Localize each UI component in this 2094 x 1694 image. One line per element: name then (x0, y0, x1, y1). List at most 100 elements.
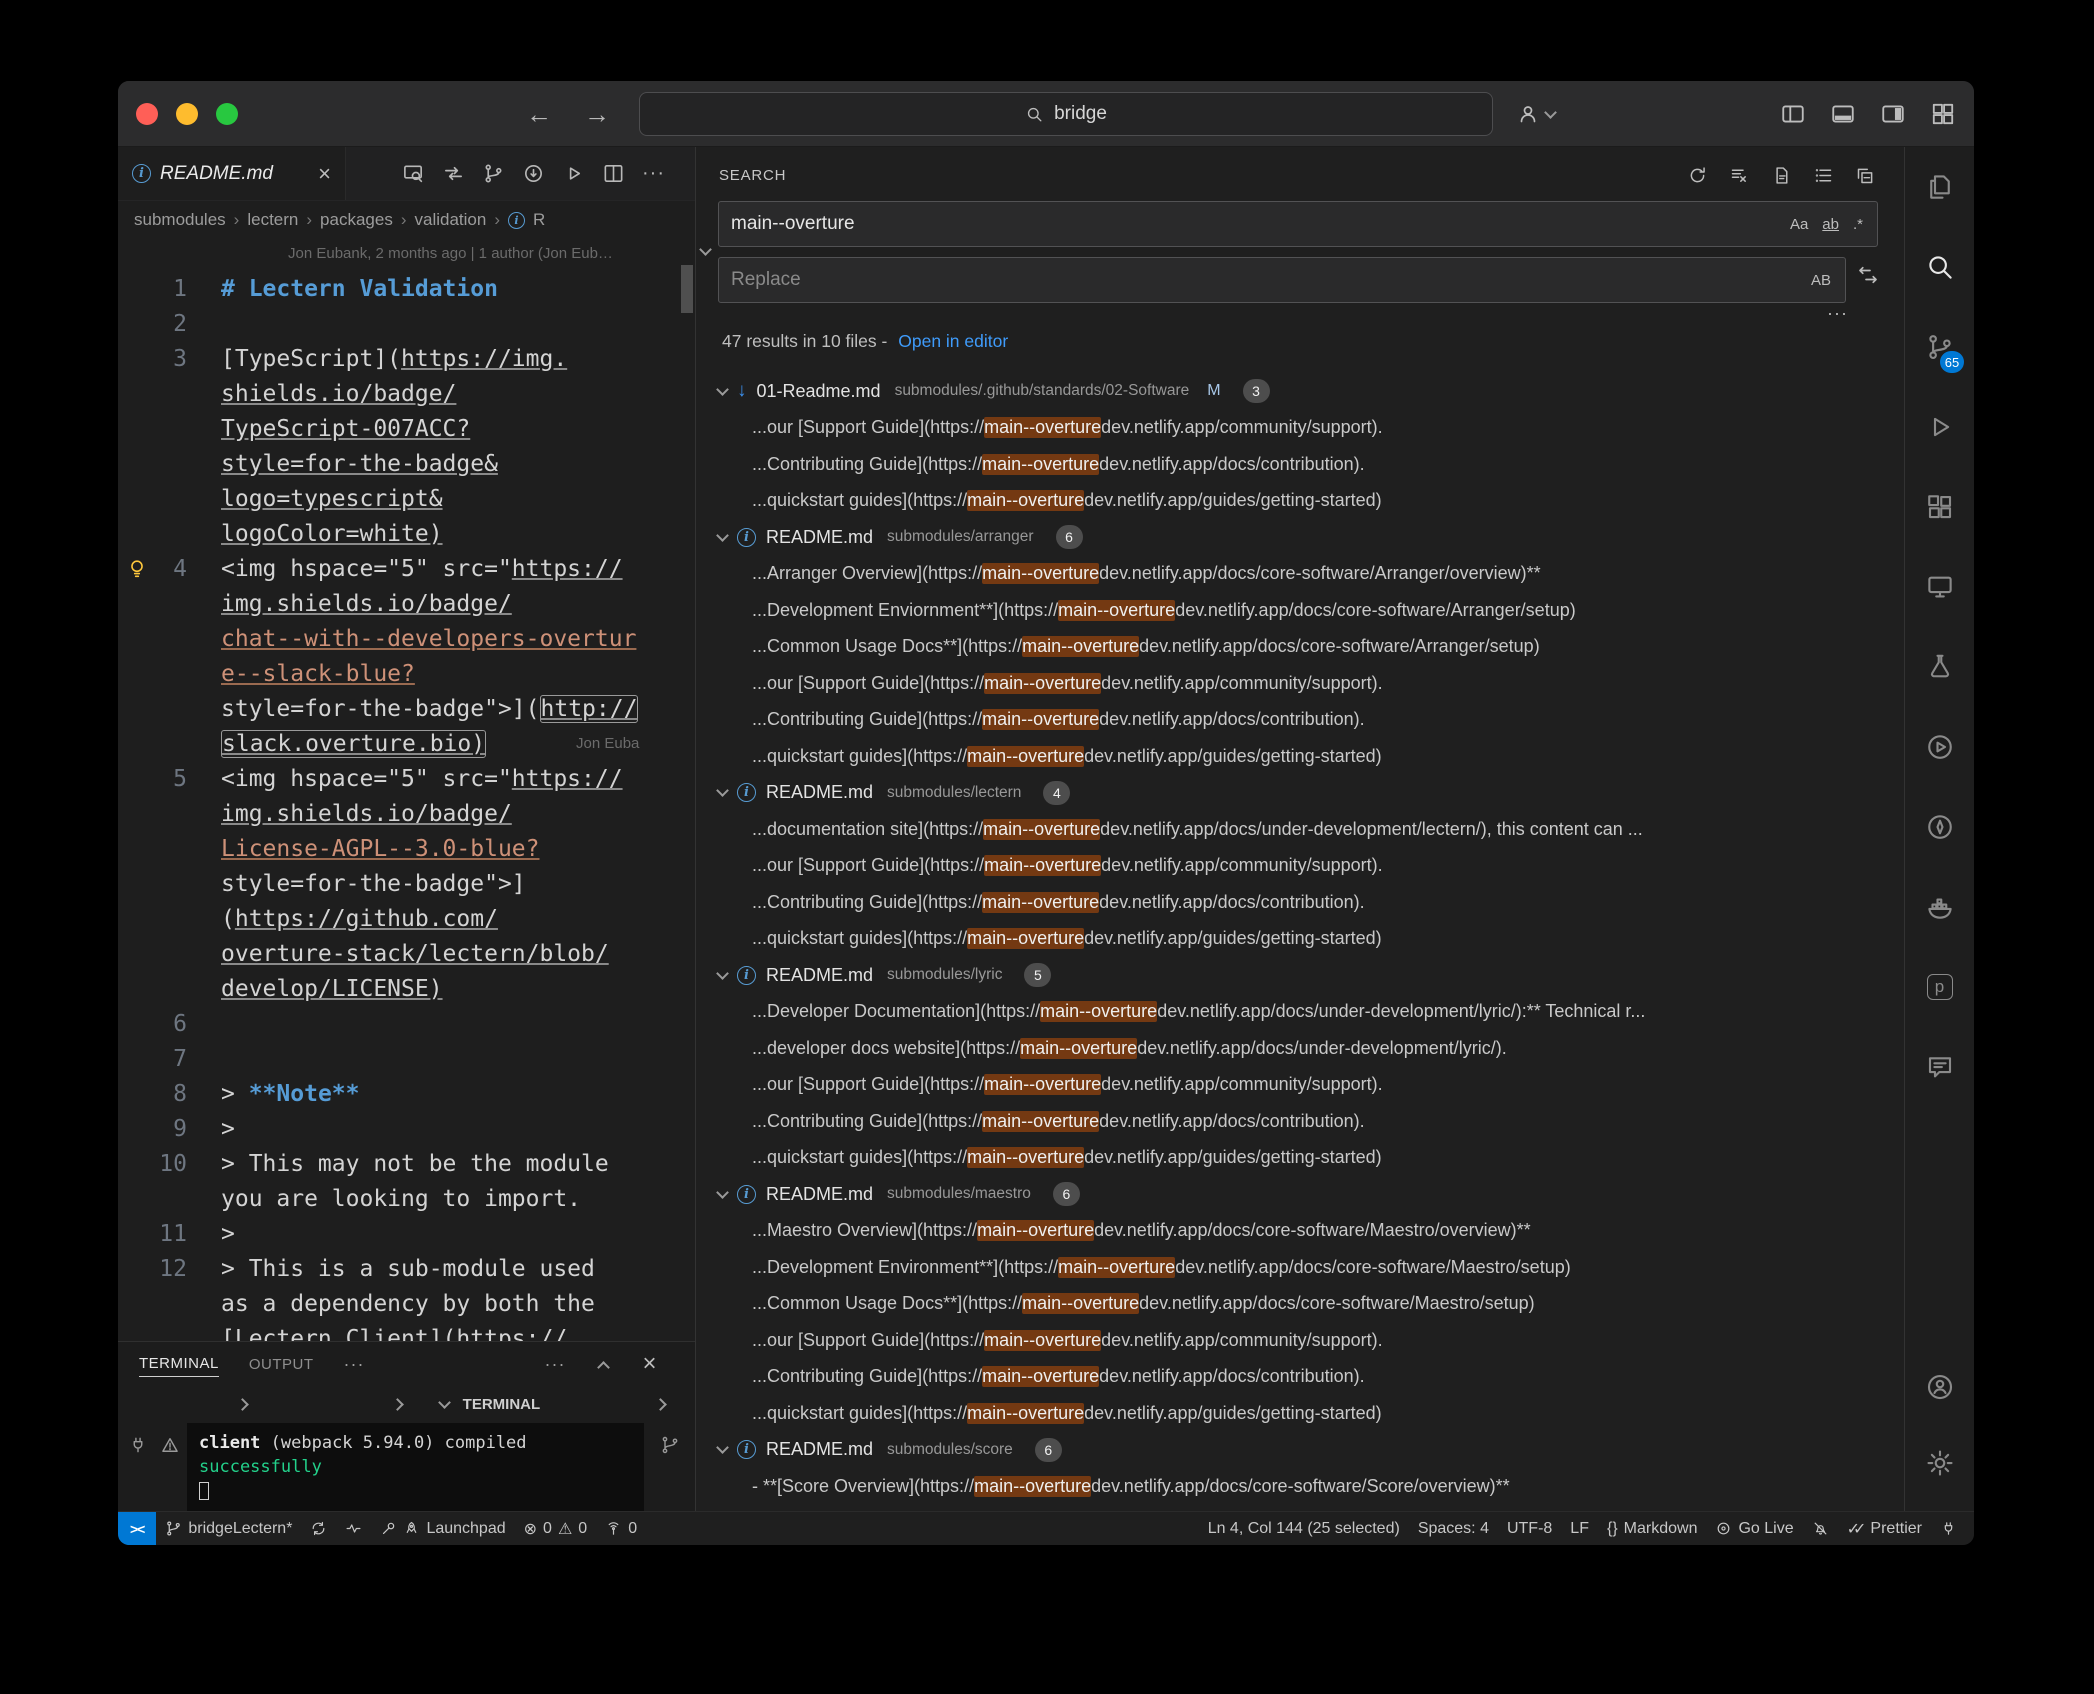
code-line[interactable]: TypeScript-007ACC? (118, 411, 695, 446)
search-match-row[interactable]: ...Contributing Guide](https://main--ove… (696, 1103, 1904, 1140)
branch-item[interactable]: bridgeLectern* (156, 1512, 301, 1545)
cursor-position-item[interactable]: Ln 4, Col 144 (25 selected) (1199, 1512, 1409, 1545)
chevron-down-icon[interactable] (716, 967, 729, 980)
close-window-button[interactable] (136, 103, 158, 125)
code-line[interactable]: 5<img hspace="5" src="https:// (118, 761, 695, 796)
search-match-row[interactable]: ...quickstart guides](https://main--over… (696, 1140, 1904, 1177)
search-file-row[interactable]: 01-Readme.mdsubmodules/.github/standards… (696, 373, 1904, 410)
editor-scrollbar[interactable] (681, 265, 693, 313)
minimize-window-button[interactable] (176, 103, 198, 125)
search-match-row[interactable]: ...Common Usage Docs**](https://main--ov… (696, 1286, 1904, 1323)
extensions-icon[interactable] (1905, 467, 1974, 547)
breadcrumb-item[interactable]: submodules (134, 210, 226, 230)
code-line[interactable]: 7 (118, 1041, 695, 1076)
code-line[interactable]: you are looking to import. (118, 1181, 695, 1216)
search-match-row[interactable]: ...Developer Documentation](https://main… (696, 994, 1904, 1031)
search-match-row[interactable]: ...quickstart guides](https://main--over… (696, 738, 1904, 775)
chevron-right-icon[interactable] (391, 1398, 404, 1411)
search-match-row[interactable]: ...Arranger Overview](https://main--over… (696, 556, 1904, 593)
code-line[interactable]: License-AGPL--3.0-blue? (118, 831, 695, 866)
launchpad-item[interactable]: Launchpad (371, 1512, 514, 1545)
search-match-row[interactable]: ...Contributing Guide](https://main--ove… (696, 446, 1904, 483)
code-line[interactable]: shields.io/badge/ (118, 376, 695, 411)
search-match-row[interactable]: ...Contributing Guide](https://main--ove… (696, 884, 1904, 921)
accounts-icon[interactable] (1905, 1349, 1974, 1425)
forward-button[interactable]: → (584, 99, 610, 130)
explorer-icon[interactable] (1905, 147, 1974, 227)
search-match-row[interactable]: ...Maestro Overview](https://main--overt… (696, 1213, 1904, 1250)
code-line[interactable]: 12> This is a sub-module used (118, 1251, 695, 1286)
indentation-item[interactable]: Spaces: 4 (1409, 1512, 1498, 1545)
more-actions-icon[interactable]: ··· (642, 162, 665, 185)
code-line[interactable]: 11> (118, 1216, 695, 1251)
code-line[interactable]: 10> This may not be the module (118, 1146, 695, 1181)
sync-item[interactable] (301, 1512, 336, 1545)
code-line[interactable]: 2 (118, 306, 695, 341)
toggle-panel-icon[interactable] (1830, 101, 1856, 127)
code-line[interactable]: 8> **Note** (118, 1076, 695, 1111)
search-match-row[interactable]: - **[Score Overview](https://main--overt… (696, 1468, 1904, 1505)
code-line[interactable]: style=for-the-badge">](http:// (118, 691, 695, 726)
refresh-icon[interactable] (1687, 165, 1708, 186)
preserve-case-icon[interactable]: AB (1805, 268, 1837, 293)
open-changes-icon[interactable] (442, 162, 465, 185)
panel-more-actions-icon[interactable]: ··· (545, 1354, 566, 1375)
code-line[interactable]: 4<img hspace="5" src="https:// (118, 551, 695, 586)
chevron-down-icon[interactable] (716, 529, 729, 542)
code-line[interactable]: as a dependency by both the (118, 1286, 695, 1321)
search-file-row[interactable]: README.mdsubmodules/lyric5 (696, 957, 1904, 994)
tab-terminal[interactable]: TERMINAL (139, 1351, 219, 1377)
search-match-row[interactable]: ...documentation site](https://main--ove… (696, 811, 1904, 848)
tab-output[interactable]: OUTPUT (249, 1352, 314, 1377)
breadcrumb-item[interactable]: R (533, 210, 545, 230)
back-button[interactable]: ← (526, 99, 552, 130)
source-control-icon[interactable]: 65 (1905, 307, 1974, 387)
breadcrumb-item[interactable]: packages (320, 210, 393, 230)
replace-all-icon[interactable] (1856, 263, 1880, 287)
prettier-item[interactable]: ✓✓ Prettier (1838, 1512, 1931, 1545)
search-match-row[interactable]: ...our [Support Guide](https://main--ove… (696, 1322, 1904, 1359)
circle-arrow-icon[interactable] (522, 162, 545, 185)
terminal-output[interactable]: client (webpack 5.94.0) compiledsuccessf… (187, 1423, 644, 1511)
code-line[interactable]: overture-stack/lectern/blob/ (118, 936, 695, 971)
more-tabs-icon[interactable]: ··· (344, 1354, 365, 1375)
notifications-item[interactable] (1803, 1512, 1838, 1545)
search-match-row[interactable]: ...our [Support Guide](https://main--ove… (696, 410, 1904, 447)
ports-item[interactable]: 0 (596, 1512, 646, 1545)
code-line[interactable]: [Lectern Client](https://... (118, 1321, 695, 1341)
search-file-row[interactable]: README.mdsubmodules/arranger6 (696, 519, 1904, 556)
code-line[interactable]: logo=typescript& (118, 481, 695, 516)
search-match-row[interactable]: ...Development Enviornment**](https://ma… (696, 592, 1904, 629)
chevron-down-icon[interactable] (438, 1396, 451, 1409)
eol-item[interactable]: LF (1561, 1512, 1598, 1545)
clear-results-icon[interactable] (1729, 165, 1750, 186)
language-item[interactable]: {} Markdown (1598, 1512, 1707, 1545)
search-match-row[interactable]: ...quickstart guides](https://main--over… (696, 483, 1904, 520)
code-line[interactable]: style=for-the-badge& (118, 446, 695, 481)
search-file-row[interactable]: README.mdsubmodules/score6 (696, 1432, 1904, 1469)
docker-icon[interactable] (1905, 867, 1974, 947)
code-line[interactable]: chat--with--developers-overtur (118, 621, 695, 656)
run-icon[interactable] (562, 162, 585, 185)
regex-icon[interactable]: .* (1847, 212, 1869, 237)
code-line[interactable]: 6 (118, 1006, 695, 1041)
code-line[interactable]: develop/LICENSE) (118, 971, 695, 1006)
tab-readme[interactable]: README.md × (118, 147, 346, 200)
search-match-row[interactable]: ...our [Support Guide](https://main--ove… (696, 665, 1904, 702)
search-match-row[interactable]: ...quickstart guides](https://main--over… (696, 1395, 1904, 1432)
commit-graph-icon[interactable] (482, 162, 505, 185)
feedback-item[interactable] (1931, 1512, 1966, 1545)
editor[interactable]: Jon Eubank, 2 months ago | 1 author (Jon… (118, 239, 695, 1341)
toggle-secondary-sidebar-icon[interactable] (1880, 101, 1906, 127)
gitlens-compass-icon[interactable] (1905, 787, 1974, 867)
view-as-list-icon[interactable] (1813, 165, 1834, 186)
code-line[interactable]: 9> (118, 1111, 695, 1146)
code-line[interactable]: (https://github.com/ (118, 901, 695, 936)
replace-input[interactable] (731, 269, 1803, 291)
chevron-right-icon[interactable] (654, 1398, 667, 1411)
project-manager-icon[interactable]: p (1905, 947, 1974, 1027)
search-match-row[interactable]: ...Development Environment**](https://ma… (696, 1249, 1904, 1286)
chevron-down-icon[interactable] (716, 1186, 729, 1199)
encoding-item[interactable]: UTF-8 (1498, 1512, 1561, 1545)
command-center-search[interactable]: bridge (639, 92, 1493, 136)
